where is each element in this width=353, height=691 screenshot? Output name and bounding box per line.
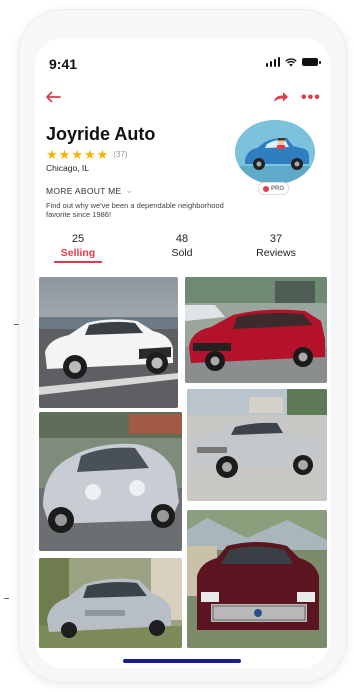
pro-badge: PRO — [258, 182, 290, 195]
listing-photo-silver-pickup[interactable] — [187, 389, 327, 501]
status-time: 9:41 — [49, 56, 78, 72]
profile-stats-tabs: 25 Selling 48 Sold 37 Reviews — [35, 233, 330, 265]
sold-count: 48 — [175, 233, 189, 245]
tab-reviews[interactable]: 37 Reviews — [241, 233, 311, 259]
more-dots-icon[interactable]: ••• — [301, 89, 321, 107]
sold-label: Sold — [171, 247, 193, 259]
active-tab-underline — [54, 261, 102, 263]
selling-label: Selling — [60, 247, 96, 259]
wifi-icon — [285, 57, 297, 67]
chevron-down-icon: ⌄ — [125, 185, 134, 195]
star-icon: ★ — [83, 147, 96, 162]
star-icon: ★ — [96, 147, 109, 162]
home-indicator — [123, 659, 241, 663]
more-about-toggle[interactable]: MORE ABOUT ME ⌄ — [46, 185, 133, 196]
pro-badge-icon — [263, 185, 269, 192]
back-arrow-icon[interactable] — [45, 90, 61, 108]
more-about-label: MORE ABOUT ME — [46, 185, 122, 196]
status-bar: 9:41 — [35, 38, 330, 88]
store-avatar[interactable] — [235, 120, 315, 184]
tab-sold[interactable]: 48 Sold — [147, 233, 217, 259]
pro-badge-label: PRO — [271, 185, 285, 192]
listing-photo-maroon-truck[interactable] — [187, 510, 327, 648]
listing-photo-red-hatchback[interactable] — [185, 277, 327, 383]
selling-count: 25 — [71, 233, 85, 245]
phone-frame: 9:41 ••• Joyride Auto ★ ★ ★ ★ ★ (37) Chi… — [19, 10, 346, 682]
rating-stars: ★ ★ ★ ★ ★ — [46, 148, 108, 161]
star-icon: ★ — [58, 147, 71, 162]
star-icon: ★ — [46, 147, 58, 162]
side-dash-1 — [14, 324, 19, 325]
star-icon: ★ — [71, 147, 83, 162]
side-dash-2 — [4, 598, 9, 599]
reviews-label: Reviews — [256, 247, 296, 259]
store-rating[interactable]: ★ ★ ★ ★ ★ (37) — [46, 148, 128, 161]
listing-photo-white-sedan[interactable] — [39, 277, 178, 408]
listing-photo-silver-beetle[interactable] — [39, 412, 182, 551]
store-name: Joyride Auto — [46, 124, 156, 144]
listing-photo-silver-civic[interactable] — [39, 558, 182, 648]
app-screen: 9:41 ••• Joyride Auto ★ ★ ★ ★ ★ (37) Chi… — [35, 38, 330, 668]
store-bio: Find out why we've been a dependable nei… — [46, 201, 224, 219]
status-icons — [265, 57, 321, 67]
rating-count: (37) — [113, 150, 128, 159]
store-location: Chicago, IL — [46, 163, 89, 173]
battery-icon — [302, 58, 321, 66]
top-navbar: ••• — [35, 88, 330, 114]
tab-selling[interactable]: 25 Selling — [43, 233, 113, 263]
signal-icon — [265, 57, 280, 67]
reviews-count: 37 — [269, 233, 283, 245]
share-arrow-icon[interactable] — [273, 90, 289, 108]
